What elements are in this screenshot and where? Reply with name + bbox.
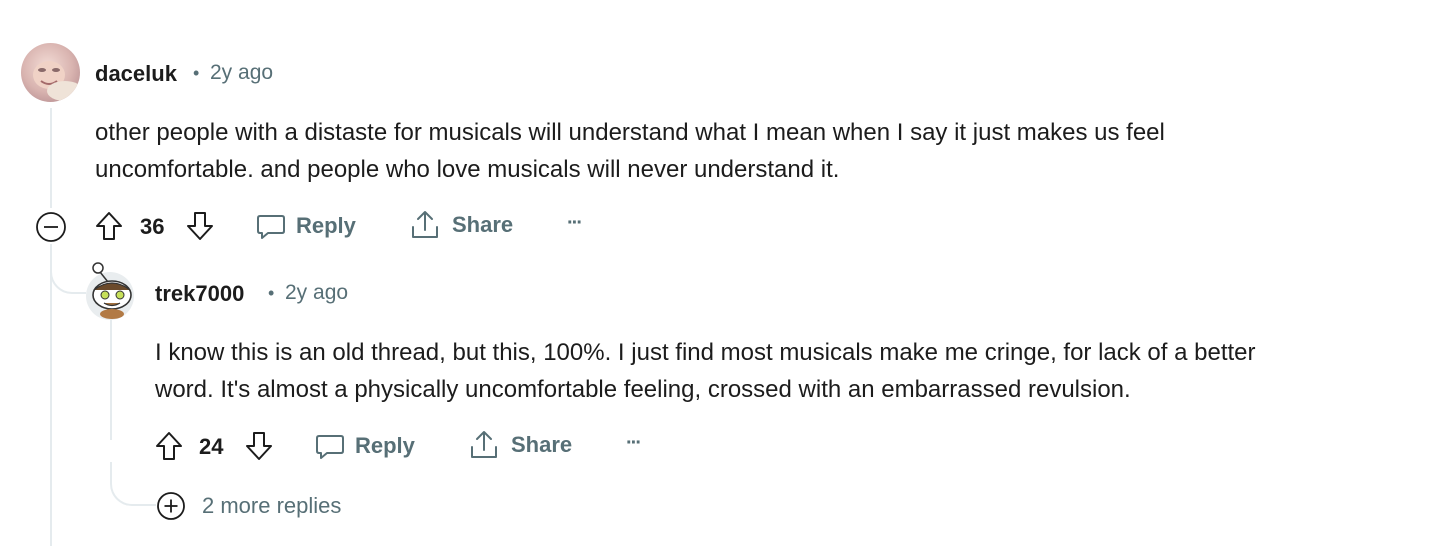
reply-upvote-button[interactable] (155, 431, 183, 461)
thread-line-main-lower (50, 244, 52, 546)
reply-label: Reply (296, 213, 356, 238)
thread-line-main (50, 108, 52, 208)
user-avatar[interactable] (21, 43, 80, 102)
plus-circle-icon (157, 492, 185, 520)
share-label: Share (452, 212, 514, 237)
reply-downvote-button[interactable] (245, 431, 273, 461)
vote-count: 36 (140, 214, 165, 239)
reply-more-options-button[interactable]: ··· (626, 432, 642, 455)
downvote-arrow-icon (187, 212, 213, 240)
reply-username[interactable]: trek7000 (155, 281, 244, 307)
reply-vote-count: 24 (199, 434, 224, 459)
more-options-icon: ··· (567, 212, 583, 234)
share-icon (412, 211, 438, 238)
meta-separator: • (193, 63, 200, 83)
downvote-button[interactable] (186, 211, 214, 241)
comment-bubble-icon (316, 435, 344, 459)
reply-reply-label: Reply (355, 433, 415, 458)
reply-button[interactable]: Reply (256, 211, 356, 241)
more-replies-link[interactable]: 2 more replies (202, 493, 341, 519)
comment-body-line-1: other people with a distaste for musical… (95, 119, 1165, 146)
more-options-icon: ··· (626, 432, 642, 454)
reply-share-button[interactable]: Share (469, 429, 572, 461)
reply-timestamp[interactable]: 2y ago (285, 281, 348, 305)
collapse-thread-button[interactable] (35, 211, 67, 243)
reply-meta-separator: • (268, 283, 275, 303)
reply-reply-button[interactable]: Reply (315, 431, 415, 461)
comment-body-line-2: uncomfortable. and people who love music… (95, 156, 840, 183)
reply-body-line-1: I know this is an old thread, but this, … (155, 339, 1256, 366)
comment-bubble-icon (257, 215, 285, 239)
upvote-arrow-icon (156, 432, 182, 460)
share-button[interactable]: Share (410, 209, 513, 241)
reply-user-avatar[interactable] (82, 262, 138, 320)
share-icon (471, 431, 497, 458)
expand-more-replies-button[interactable] (156, 491, 186, 521)
reply-body-line-2: word. It's almost a physically uncomfort… (155, 376, 1131, 403)
more-options-button[interactable]: ··· (567, 212, 583, 235)
upvote-button[interactable] (95, 211, 123, 241)
comment-timestamp[interactable]: 2y ago (210, 61, 273, 85)
minus-circle-icon (36, 212, 66, 242)
thread-line-reply (110, 320, 112, 440)
upvote-arrow-icon (96, 212, 122, 240)
thread-connector-reply (50, 252, 86, 294)
downvote-arrow-icon (246, 432, 272, 460)
reply-share-label: Share (511, 432, 573, 457)
comment-username[interactable]: daceluk (95, 61, 177, 87)
thread-connector-more (110, 462, 156, 506)
